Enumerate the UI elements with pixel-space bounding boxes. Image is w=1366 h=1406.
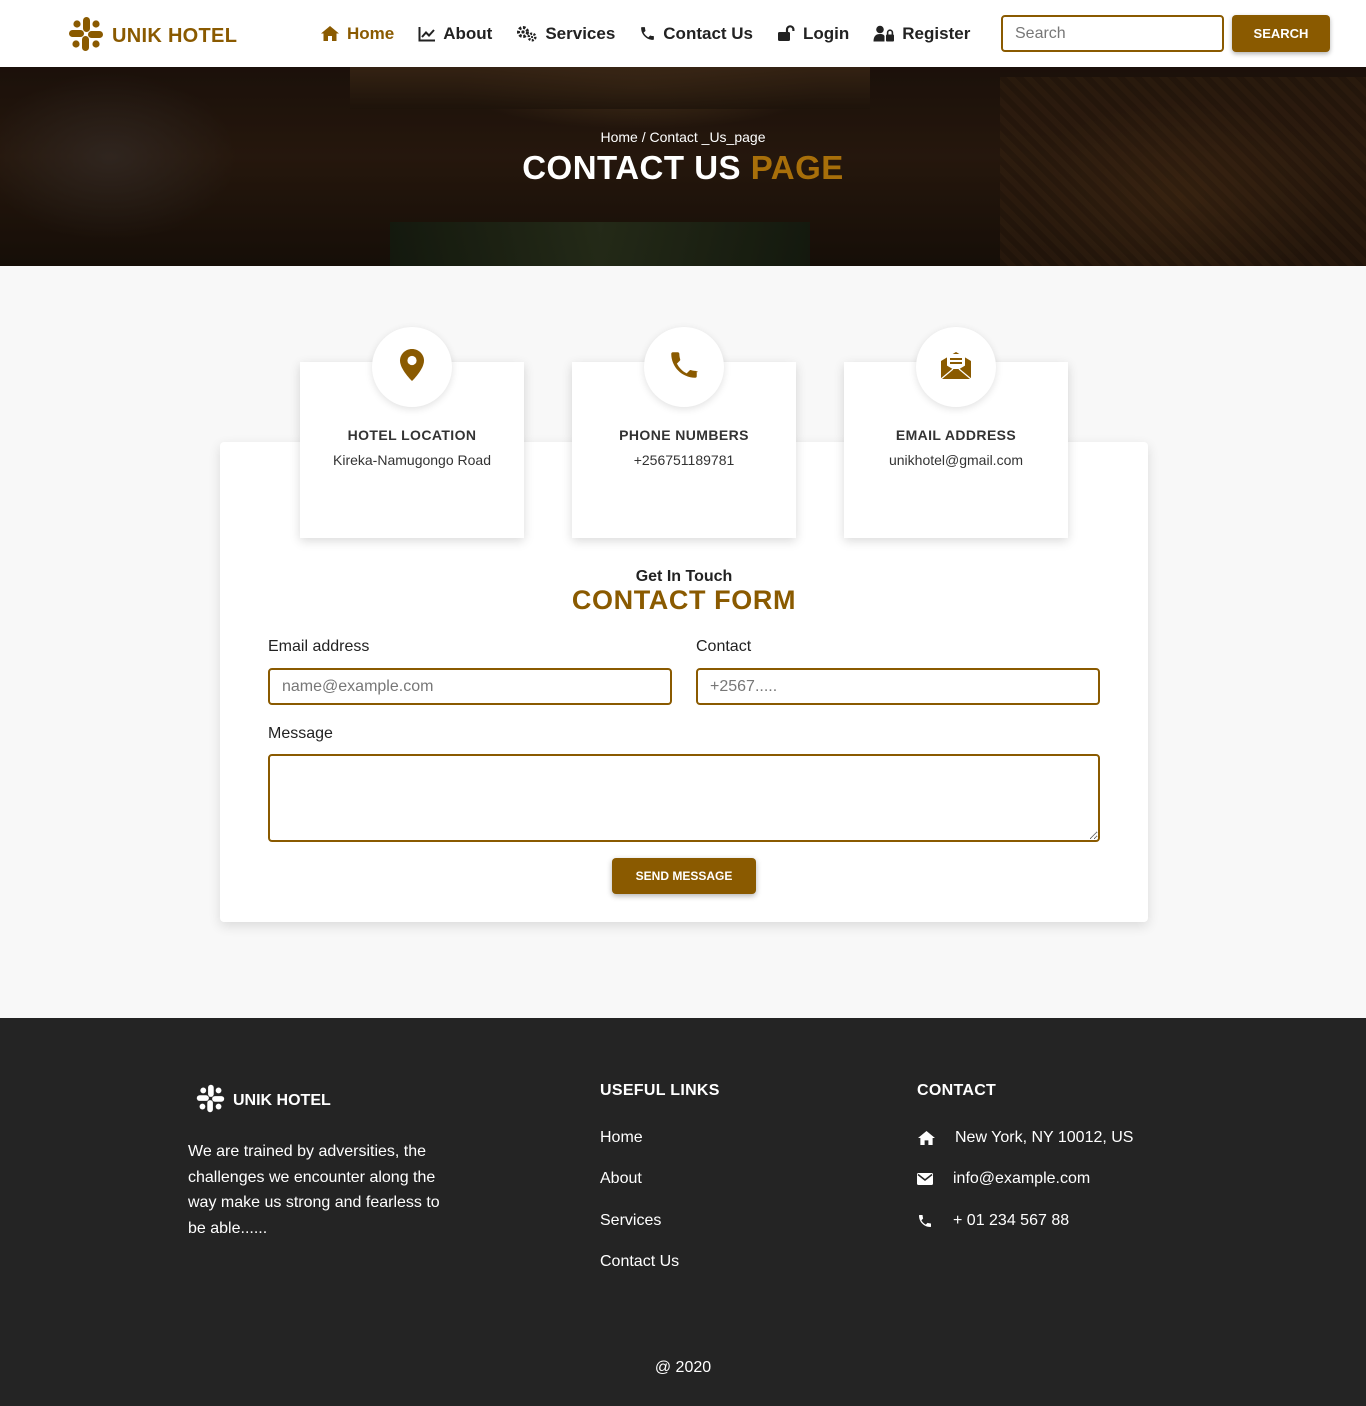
footer-link-contact-us[interactable]: Contact Us bbox=[600, 1253, 679, 1271]
brand-logo[interactable]: UNIK HOTEL bbox=[68, 16, 237, 57]
message-field[interactable] bbox=[268, 754, 1100, 842]
footer-contact-address: New York, NY 10012, US bbox=[917, 1129, 1133, 1147]
nav-item-label: About bbox=[443, 23, 493, 43]
footer-contact-text: info@example.com bbox=[953, 1170, 1091, 1187]
page-title: CONTACT US PAGE bbox=[0, 149, 1366, 187]
send-message-button[interactable]: SEND MESSAGE bbox=[612, 858, 756, 894]
phone-icon bbox=[917, 1213, 953, 1229]
copyright: @ 2020 bbox=[654, 1359, 712, 1376]
footer-contact-heading: CONTACT bbox=[917, 1082, 997, 1099]
page-title-accent: PAGE bbox=[750, 149, 844, 186]
nav-item-label: Home bbox=[347, 23, 395, 43]
nav-item-label: Services bbox=[545, 23, 616, 43]
email-label: Email address bbox=[268, 638, 370, 655]
nav-item-label: Contact Us bbox=[663, 23, 754, 43]
nav-item-home[interactable]: Home bbox=[320, 24, 394, 44]
envelope-icon bbox=[917, 1173, 953, 1185]
brand-name: UNIK HOTEL bbox=[112, 25, 238, 47]
footer-brand-name: UNIK HOTEL bbox=[233, 1092, 331, 1109]
info-value: +256751189781 bbox=[633, 452, 735, 468]
footer-brand[interactable]: UNIK HOTEL bbox=[196, 1084, 331, 1118]
main-nav: Home About Services Contact Us Login Reg… bbox=[320, 0, 994, 67]
info-icon-circle bbox=[372, 327, 452, 407]
home-icon bbox=[917, 1130, 955, 1146]
user-lock-icon bbox=[873, 25, 895, 42]
unlock-icon bbox=[777, 25, 796, 42]
navbar: UNIK HOTEL Home About Services Contact U… bbox=[0, 0, 1366, 67]
info-title: EMAIL ADDRESS bbox=[895, 427, 1017, 443]
footer-contact-text: New York, NY 10012, US bbox=[955, 1129, 1134, 1146]
form-title: CONTACT FORM bbox=[571, 585, 797, 615]
slack-hash-icon bbox=[196, 1084, 225, 1118]
footer-link-services[interactable]: Services bbox=[600, 1212, 661, 1230]
hero-banner: Home / Contact _Us_page CONTACT US PAGE bbox=[0, 67, 1366, 266]
envelope-open-text-icon bbox=[939, 349, 973, 386]
footer-links-heading: USEFUL LINKS bbox=[600, 1082, 720, 1099]
info-box-email: EMAIL ADDRESS unikhotel@gmail.com bbox=[844, 327, 1068, 538]
breadcrumb: Home / Contact _Us_page bbox=[600, 129, 766, 145]
message-label: Message bbox=[268, 725, 333, 742]
footer-link-about[interactable]: About bbox=[600, 1170, 642, 1188]
info-title: HOTEL LOCATION bbox=[347, 427, 477, 443]
map-marker-icon bbox=[399, 348, 425, 387]
nav-item-about[interactable]: About bbox=[418, 24, 492, 44]
footer-description: We are trained by adversities, the chall… bbox=[188, 1143, 440, 1237]
info-value: Kireka-Namugongo Road bbox=[333, 452, 491, 468]
slack-hash-icon bbox=[68, 16, 104, 57]
info-icon-circle bbox=[916, 327, 996, 407]
footer: UNIK HOTEL We are trained by adversities… bbox=[0, 1018, 1366, 1406]
footer-contact-text: + 01 234 567 88 bbox=[953, 1212, 1070, 1229]
nav-item-contact-us[interactable]: Contact Us bbox=[639, 24, 753, 44]
footer-contact-email: info@example.com bbox=[917, 1170, 1090, 1188]
home-icon bbox=[320, 25, 340, 42]
contact-field[interactable] bbox=[696, 668, 1100, 705]
chart-line-icon bbox=[418, 26, 436, 42]
nav-item-register[interactable]: Register bbox=[873, 24, 970, 44]
footer-contact-phone: + 01 234 567 88 bbox=[917, 1212, 1069, 1230]
page-title-main: CONTACT US bbox=[522, 149, 742, 186]
info-icon-circle bbox=[644, 327, 724, 407]
info-box-location: HOTEL LOCATION Kireka-Namugongo Road bbox=[300, 327, 524, 538]
search-input[interactable] bbox=[1001, 15, 1224, 52]
info-box-phone: PHONE NUMBERS +256751189781 bbox=[572, 327, 796, 538]
phone-icon bbox=[667, 348, 701, 387]
search-button[interactable]: SEARCH bbox=[1232, 15, 1330, 52]
phone-icon bbox=[639, 25, 656, 42]
email-field[interactable] bbox=[268, 668, 672, 705]
nav-item-label: Register bbox=[902, 23, 971, 43]
footer-link-home[interactable]: Home bbox=[600, 1129, 643, 1147]
info-title: PHONE NUMBERS bbox=[619, 427, 749, 443]
info-value: unikhotel@gmail.com bbox=[888, 452, 1024, 468]
nav-item-login[interactable]: Login bbox=[777, 24, 849, 44]
cogs-icon bbox=[516, 25, 538, 42]
form-eyebrow: Get In Touch bbox=[635, 568, 733, 585]
nav-item-label: Login bbox=[803, 23, 850, 43]
contact-label: Contact bbox=[696, 638, 752, 655]
nav-item-services[interactable]: Services bbox=[516, 24, 615, 44]
